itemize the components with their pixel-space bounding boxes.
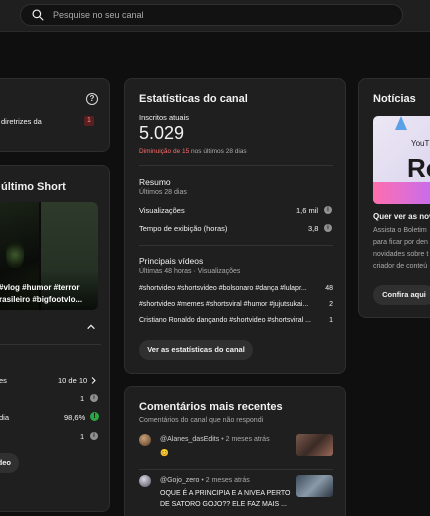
stat-value-1: 10 de 10 [58, 376, 88, 385]
top-video-title: #shortvideo #shortsvideo #bolsonaro #dan… [139, 285, 307, 292]
top-videos-period: Últimas 48 horas · Visualizações [139, 268, 241, 275]
top-video-row[interactable]: #shortvideo #memes #shortsviral #humor #… [139, 301, 333, 311]
comment-text: OQUE É A PRINCIPIA E A NIVEA PERTO [160, 490, 291, 497]
chevron-right-icon[interactable] [89, 376, 98, 385]
news-title: Notícias [373, 93, 416, 105]
news-body-line: novidades sobre t [373, 251, 429, 258]
short-thumbnail[interactable]: #vlog #humor #terror rasileiro #bigfootv… [0, 202, 98, 310]
top-video-title: #shortvideo #memes #shortsviral #humor #… [139, 301, 309, 308]
check-it-out-button[interactable]: Confira aqui [373, 285, 430, 305]
comments-subtitle: Comentários do canal que não respondi [139, 417, 264, 424]
stat-value-4: 1 [80, 432, 85, 441]
stat-value-2: 1 [80, 394, 85, 403]
summary-title: Resumo [139, 177, 171, 187]
last-short-heading: último Short [1, 181, 66, 193]
subscribers-change: Diminuição de 15 nos últimos 28 dias [139, 148, 247, 155]
avatar[interactable] [139, 434, 151, 446]
comment-author[interactable]: @Gojo_zero [160, 477, 199, 484]
top-video-views: 1 [329, 317, 333, 324]
news-thumb-text-2: Ro [407, 153, 430, 183]
decrease-value: 15 [182, 148, 190, 155]
top-video-views: 2 [329, 301, 333, 308]
news-thumbnail[interactable]: YouT Ro [373, 116, 430, 204]
top-videos-title: Principais vídeos [139, 256, 204, 266]
news-body-line: criador de conteú [373, 263, 428, 270]
news-body-line: Assista o Boletim [373, 227, 427, 234]
channel-analytics-card: Estatísticas do canal Inscritos atuais 5… [124, 78, 346, 374]
comment-video-thumbnail[interactable] [296, 475, 333, 497]
summary-period: Últimos 28 dias [139, 189, 187, 196]
top-video-title: Cristiano Ronaldo dançando #shortvideo #… [139, 317, 311, 324]
latest-comments-card: Comentários mais recentes Comentários do… [124, 386, 346, 516]
stat-label-3: dia [0, 413, 10, 422]
top-bar [0, 0, 430, 32]
party-hat-icon [395, 116, 407, 130]
policy-card: ? diretrizes da 1 [0, 78, 110, 152]
top-video-row[interactable]: Cristiano Ronaldo dançando #shortvideo #… [139, 317, 333, 327]
stat-label-1: es [0, 376, 7, 385]
news-body-line: para ficar por den [373, 239, 428, 246]
comment-meta: @Gojo_zero • 2 meses atrás [160, 477, 250, 484]
avatar[interactable] [139, 475, 151, 487]
comments-title: Comentários mais recentes [139, 401, 283, 413]
top-video-row[interactable]: #shortvideo #shortsvideo #bolsonaro #dan… [139, 285, 333, 295]
info-icon[interactable]: i [90, 432, 98, 440]
views-label: Visualizações [139, 206, 185, 215]
short-caption-2: rasileiro #bigfootvlo... [0, 295, 83, 304]
news-card: Notícias YouT Ro Quer ver as nov Assista… [358, 78, 430, 318]
comment-text: 😊 [160, 450, 169, 457]
comment-time: • 2 meses atrás [201, 477, 250, 484]
decrease-prefix: Diminuição de [139, 148, 181, 155]
watch-time-label: Tempo de exibição (horas) [139, 224, 228, 233]
subscribers-label: Inscritos atuais [139, 113, 190, 122]
analytics-title: Estatísticas do canal [139, 93, 248, 105]
policy-text: diretrizes da [1, 117, 42, 126]
policy-count-badge: 1 [84, 116, 94, 126]
comment-time: • 2 meses atrás [221, 436, 270, 443]
stat-value-3: 98,6% [64, 413, 86, 422]
search-icon [32, 9, 44, 21]
chevron-up-icon[interactable] [86, 322, 96, 332]
comment-meta: @Alanes_dasEdits • 2 meses atrás [160, 436, 270, 443]
search-input[interactable] [53, 10, 353, 20]
info-icon[interactable]: i [324, 224, 332, 232]
help-icon[interactable]: ? [86, 93, 98, 105]
comment-text-line-2: DE SATORO GOJO?? ELE FAZ MAIS ... [160, 501, 287, 508]
watch-time-value: 3,8 [308, 224, 319, 233]
comment-video-thumbnail[interactable] [296, 434, 333, 456]
top-video-views: 48 [325, 285, 333, 292]
info-icon[interactable]: i [90, 394, 98, 402]
views-value: 1,6 mil [296, 206, 319, 215]
short-caption-1: #vlog #humor #terror [0, 283, 80, 292]
check-icon: ! [90, 412, 99, 421]
view-channel-analytics-button[interactable]: Ver as estatísticas do canal [139, 340, 253, 360]
subscribers-value: 5.029 [139, 123, 185, 143]
go-to-video-button[interactable]: deo [0, 453, 19, 473]
news-heading: Quer ver as nov [373, 212, 430, 221]
news-thumb-text-1: YouT [411, 139, 430, 148]
decrease-suffix: nos últimos 28 dias [191, 148, 247, 155]
last-short-card: último Short #vlog #humor #terror rasile… [0, 165, 110, 512]
search-bar[interactable] [20, 4, 403, 26]
comment-author[interactable]: @Alanes_dasEdits [160, 436, 219, 443]
info-icon[interactable]: i [324, 206, 332, 214]
